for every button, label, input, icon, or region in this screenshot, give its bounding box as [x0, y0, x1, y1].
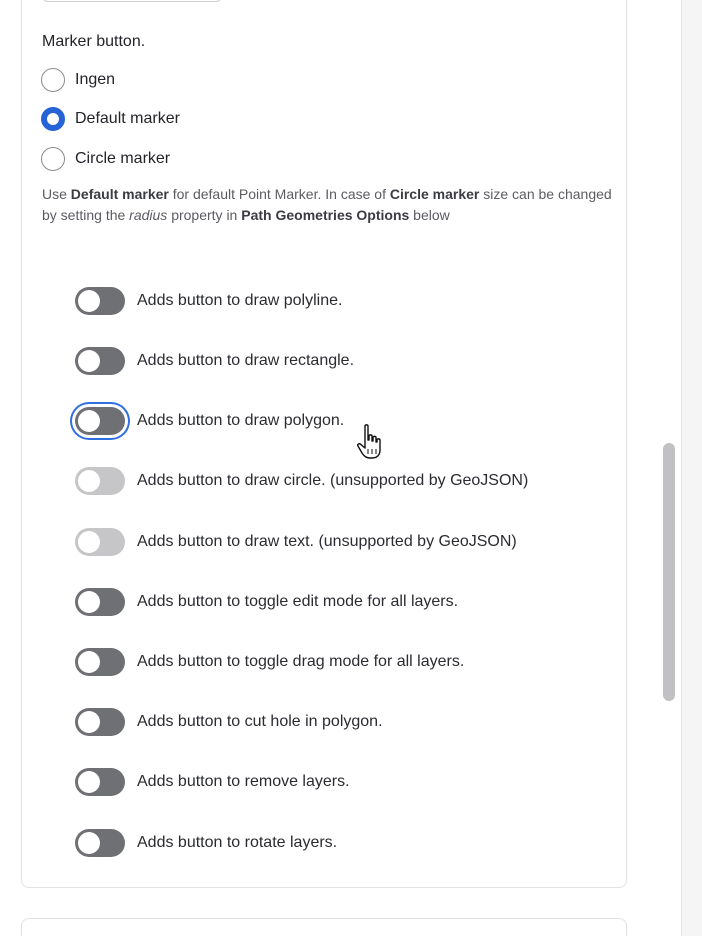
toggle-label-drag-mode: Adds button to toggle drag mode for all … — [137, 653, 465, 670]
radio-ingen[interactable]: Ingen — [41, 66, 115, 94]
toggle-label-draw-circle: Adds button to draw circle. (unsupported… — [137, 472, 529, 489]
switch-draw-text[interactable] — [75, 528, 125, 556]
toggle-label-rotate-layers: Adds button to rotate layers. — [137, 834, 338, 851]
switch-knob — [78, 290, 100, 312]
next-section-card — [21, 918, 627, 936]
marker-help-text: Use Default marker for default Point Mar… — [42, 186, 612, 223]
radio-circle-circle-marker[interactable] — [41, 147, 65, 171]
switch-knob — [78, 531, 100, 553]
toggle-label-draw-polygon: Adds button to draw polygon. — [137, 412, 345, 429]
switch-knob — [78, 711, 100, 733]
switch-knob — [78, 832, 100, 854]
radio-label-ingen: Ingen — [75, 71, 116, 88]
switch-remove-layers[interactable] — [75, 768, 125, 796]
hand-pointer-icon — [357, 424, 381, 459]
radio-circle-marker[interactable]: Circle marker — [41, 145, 170, 173]
switch-knob — [78, 591, 100, 613]
toggle-rotate-layers[interactable]: Adds button to rotate layers. — [75, 827, 337, 859]
toggle-draw-rectangle[interactable]: Adds button to draw rectangle. — [75, 345, 354, 377]
switch-draw-rectangle[interactable] — [75, 347, 125, 375]
switch-draw-circle[interactable] — [75, 467, 125, 495]
toggle-draw-polyline[interactable]: Adds button to draw polyline. — [75, 285, 342, 317]
top-input-field[interactable] — [42, 0, 222, 2]
switch-drag-mode[interactable] — [75, 648, 125, 676]
toggle-label-cut-hole: Adds button to cut hole in polygon. — [137, 713, 383, 730]
switch-knob — [78, 771, 100, 793]
marker-button-label: Marker button. — [42, 33, 146, 50]
toggle-label-draw-text: Adds button to draw text. (unsupported b… — [137, 533, 517, 550]
toggle-drag-mode[interactable]: Adds button to toggle drag mode for all … — [75, 646, 464, 678]
switch-knob — [78, 470, 100, 492]
radio-label-default-marker: Default marker — [75, 110, 180, 127]
toggle-label-remove-layers: Adds button to remove layers. — [137, 773, 350, 790]
switch-edit-mode[interactable] — [75, 588, 125, 616]
draw-controls-card — [21, 0, 627, 888]
radio-circle-ingen[interactable] — [41, 68, 65, 92]
settings-page: Marker button. Ingen Default marker Circ… — [0, 0, 702, 936]
radio-circle-default-marker[interactable] — [41, 107, 65, 131]
toggle-label-draw-rectangle: Adds button to draw rectangle. — [137, 352, 355, 369]
scrollbar-thumb[interactable] — [663, 443, 675, 701]
radio-label-circle-marker: Circle marker — [75, 150, 171, 167]
radio-default-marker[interactable]: Default marker — [41, 105, 180, 133]
toggle-draw-polygon[interactable]: Adds button to draw polygon. — [75, 405, 344, 437]
switch-knob — [78, 350, 100, 372]
toggle-cut-hole[interactable]: Adds button to cut hole in polygon. — [75, 706, 383, 738]
right-side-pane — [681, 0, 702, 936]
toggle-draw-circle[interactable]: Adds button to draw circle. (unsupported… — [75, 465, 528, 497]
switch-knob — [78, 651, 100, 673]
switch-cut-hole[interactable] — [75, 708, 125, 736]
switch-rotate-layers[interactable] — [75, 829, 125, 857]
toggle-label-draw-polyline: Adds button to draw polyline. — [137, 292, 343, 309]
switch-draw-polygon[interactable] — [75, 407, 125, 435]
toggle-edit-mode[interactable]: Adds button to toggle edit mode for all … — [75, 586, 458, 618]
toggle-draw-text[interactable]: Adds button to draw text. (unsupported b… — [75, 526, 517, 558]
switch-draw-polyline[interactable] — [75, 287, 125, 315]
switch-knob — [78, 410, 100, 432]
toggle-remove-layers[interactable]: Adds button to remove layers. — [75, 766, 350, 798]
toggle-label-edit-mode: Adds button to toggle edit mode for all … — [137, 593, 459, 610]
